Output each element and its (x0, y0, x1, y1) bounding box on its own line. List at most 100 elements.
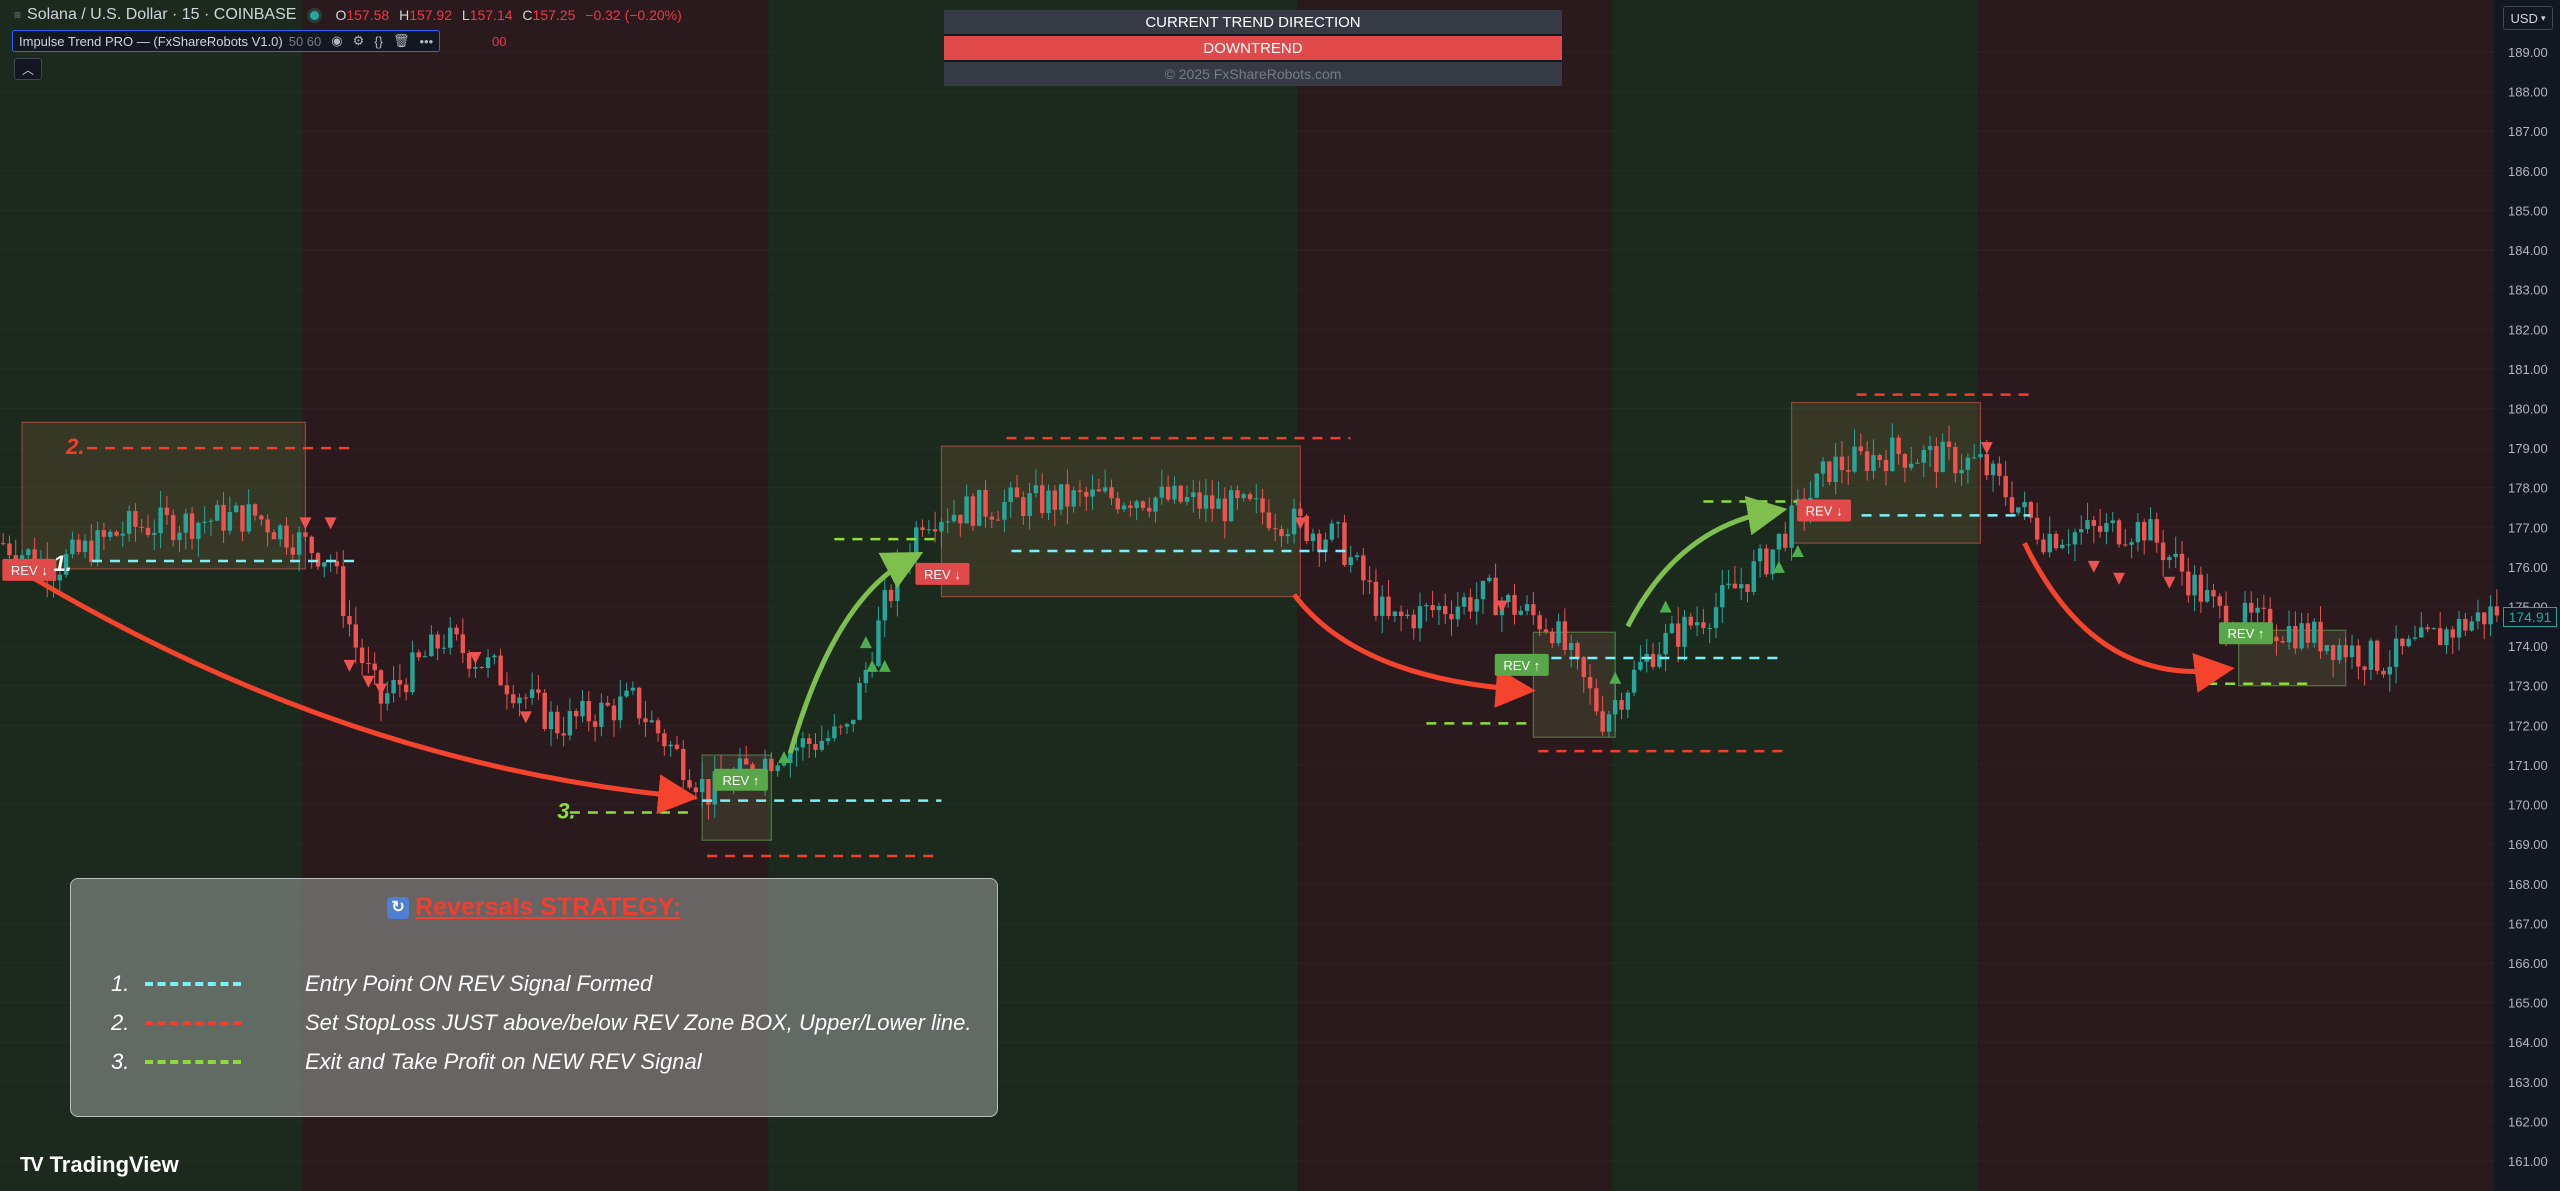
tradingview-logo[interactable]: TV TradingView (20, 1152, 179, 1178)
candle-body (800, 738, 806, 748)
candle-body (630, 687, 636, 691)
candle-body (265, 519, 270, 533)
candle-body (2053, 533, 2059, 549)
candle-body (2475, 612, 2481, 622)
candle-body (1858, 446, 1864, 452)
price-tick-label: 188.00 (2508, 85, 2548, 100)
strategy-row-entry: 1. Entry Point ON REV Signal Formed (111, 971, 652, 997)
candle-body (2129, 542, 2134, 545)
candle-body (1676, 623, 1681, 647)
price-tick-label: 179.00 (2508, 441, 2548, 456)
market-status-icon[interactable] (310, 10, 320, 20)
candle-body (1386, 596, 1391, 617)
candle-body (863, 669, 869, 683)
candle-body (1102, 487, 1108, 492)
candle-body (2135, 521, 2141, 543)
candle-body (1550, 631, 1555, 644)
delete-icon[interactable]: 🗑 (393, 33, 410, 49)
candle-body (989, 516, 995, 520)
indicator-legend[interactable]: Impulse Trend PRO — (FxShareRobots V1.0)… (12, 30, 441, 52)
candle-body (1443, 606, 1448, 615)
candle-body (271, 532, 277, 540)
candle-body (2356, 645, 2361, 667)
candle-body (542, 692, 547, 729)
price-tick-label: 171.00 (2508, 758, 2548, 773)
candle-body (126, 511, 132, 534)
settings-icon[interactable]: ⚙ (353, 33, 365, 49)
candle-body (233, 505, 239, 513)
candle-body (781, 762, 787, 766)
eye-icon[interactable]: ◉ (331, 33, 342, 49)
candle-body (775, 765, 780, 771)
candle-body (1121, 505, 1127, 510)
candle-body (618, 696, 623, 721)
candle-body (1606, 714, 1612, 732)
row-text: Set StopLoss JUST above/below REV Zone B… (305, 1010, 972, 1035)
candle-body (479, 666, 484, 668)
candle-body (1751, 561, 1756, 592)
candle-body (2142, 521, 2147, 541)
candle-body (1587, 677, 1593, 689)
candle-body (416, 652, 421, 658)
price-tick-label: 162.00 (2508, 1114, 2548, 1129)
candle-body (189, 513, 195, 539)
candle-body (2431, 628, 2437, 630)
candle-body (0, 543, 6, 545)
candle-body (1934, 446, 1939, 473)
reversal-icon: ↻ (387, 897, 410, 920)
candle-body (1537, 615, 1542, 630)
candle-body (7, 543, 12, 556)
candle-body (1417, 606, 1423, 629)
candle-body (1430, 605, 1435, 611)
candle-body (1210, 495, 1215, 509)
candle-body (1222, 498, 1228, 522)
candle-body (120, 533, 125, 536)
candle-body (2091, 520, 2097, 526)
candle-body (1046, 490, 1051, 514)
currency-selector[interactable]: USD ▾ (2503, 6, 2553, 30)
candle-body (2488, 606, 2493, 625)
candle-body (2211, 590, 2216, 597)
candle-body (2016, 507, 2021, 513)
candle-body (819, 740, 824, 750)
candle-body (2160, 542, 2166, 561)
source-code-icon[interactable]: {} (374, 34, 383, 49)
open-label: O (335, 7, 347, 23)
candle-body (2419, 627, 2424, 638)
candle-body (668, 744, 673, 747)
candle-body (1997, 463, 2002, 476)
candle-body (1027, 493, 1032, 516)
strategy-row-stoploss: 2. Set StopLoss JUST above/below REV Zon… (111, 1010, 971, 1036)
candle-body (555, 711, 560, 734)
candle-body (567, 711, 573, 736)
candle-body (2255, 607, 2260, 613)
currency-label: USD (2510, 10, 2538, 26)
indicator-name[interactable]: Impulse Trend PRO — (FxShareRobots V1.0) (19, 34, 283, 49)
candle-body (1291, 508, 1297, 535)
candle-body (1329, 523, 1335, 540)
strategy-step-label: 3. (557, 798, 575, 823)
more-icon[interactable]: ••• (419, 34, 433, 49)
candle-body (2198, 574, 2204, 602)
candle-body (303, 532, 308, 537)
candle-body (2148, 519, 2153, 541)
candle-body (1971, 457, 1977, 459)
candle-body (511, 694, 516, 704)
candle-body (529, 689, 535, 698)
candle-body (372, 663, 377, 671)
candle-body (2324, 645, 2330, 652)
symbol-title[interactable]: Solana / U.S. Dollar · 15 · COINBASE (27, 6, 296, 24)
candle-body (1487, 577, 1492, 581)
menu-icon[interactable]: ≡ (14, 8, 21, 22)
candle-body (1191, 492, 1196, 498)
price-tick-label: 166.00 (2508, 956, 2548, 971)
candle-body (114, 531, 119, 536)
candle-body (1990, 463, 1996, 476)
candle-body (2104, 523, 2109, 532)
candle-body (1619, 700, 1624, 710)
candle-body (977, 489, 982, 526)
candle-body (2286, 626, 2292, 643)
candle-body (1480, 580, 1486, 600)
candle-body (2186, 571, 2191, 596)
collapse-legend-button[interactable]: ︿ (14, 58, 42, 80)
